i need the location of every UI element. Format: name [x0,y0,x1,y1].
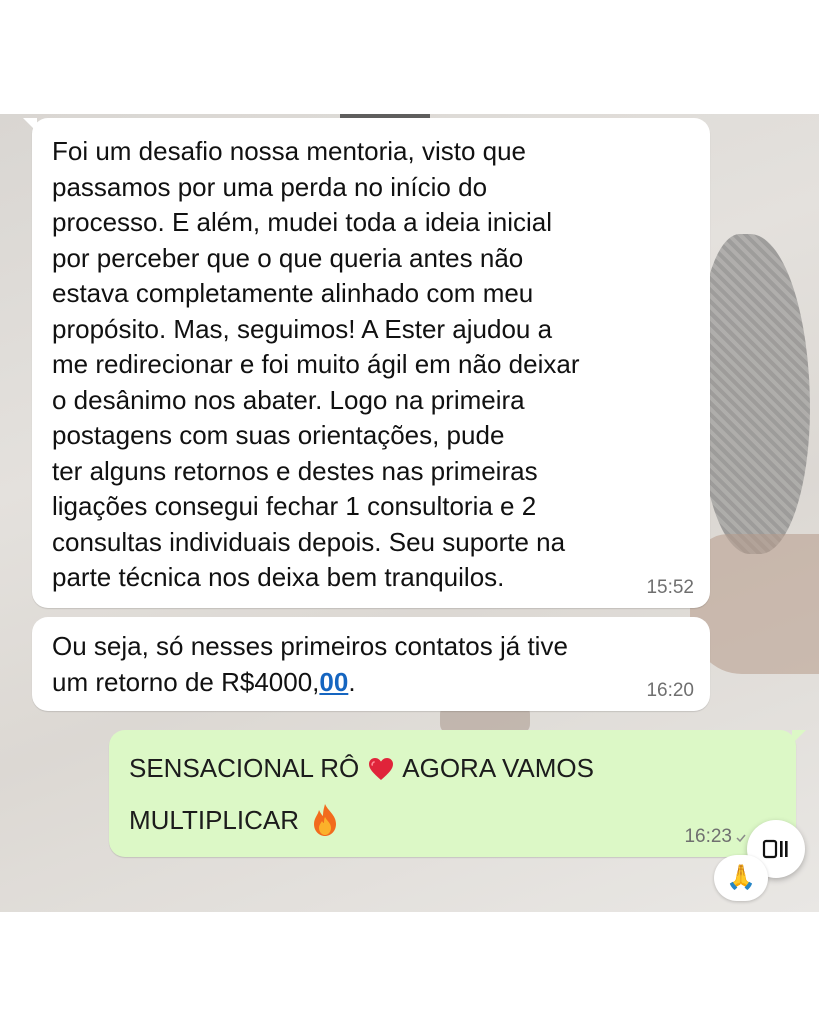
message-text: AGORA VAMOS [402,753,594,783]
background-photo-detail [700,234,810,554]
incoming-message[interactable]: Ou seja, só nesses primeiros contatos já… [32,617,710,711]
message-text-suffix: . [348,666,356,697]
currency-link[interactable]: 00 [319,667,348,697]
bubble-tail [792,730,806,744]
fire-icon [314,804,337,836]
message-text: Foi um desafio nossa mentoria, visto que… [52,136,580,592]
sent-check-icon [736,834,746,843]
message-text: SENSACIONAL RÔ [129,753,360,783]
message-reaction[interactable]: 🙏 [714,855,768,901]
message-line-1: SENSACIONAL RÔ AGORA VAMOS [129,742,776,794]
incoming-message[interactable]: Foi um desafio nossa mentoria, visto que… [23,118,710,608]
bubble-tail [23,118,37,132]
pause-video-icon [762,839,788,859]
red-heart-icon [369,758,394,780]
message-timestamp: 15:52 [646,577,694,598]
message-text-prefix: Ou seja, só nesses primeiros contatos já… [52,631,568,697]
message-line-2: MULTIPLICAR [129,794,776,846]
message-text: MULTIPLICAR [129,805,299,835]
message-timestamp: 16:20 [646,680,694,701]
folded-hands-icon: 🙏 [726,864,756,891]
outgoing-message[interactable]: SENSACIONAL RÔ AGORA VAMOS MULTIPLICAR 1… [109,730,806,857]
message-text: Ou seja, só nesses primeiros contatos já… [52,629,690,700]
message-timestamp: 16:23 [684,826,732,847]
